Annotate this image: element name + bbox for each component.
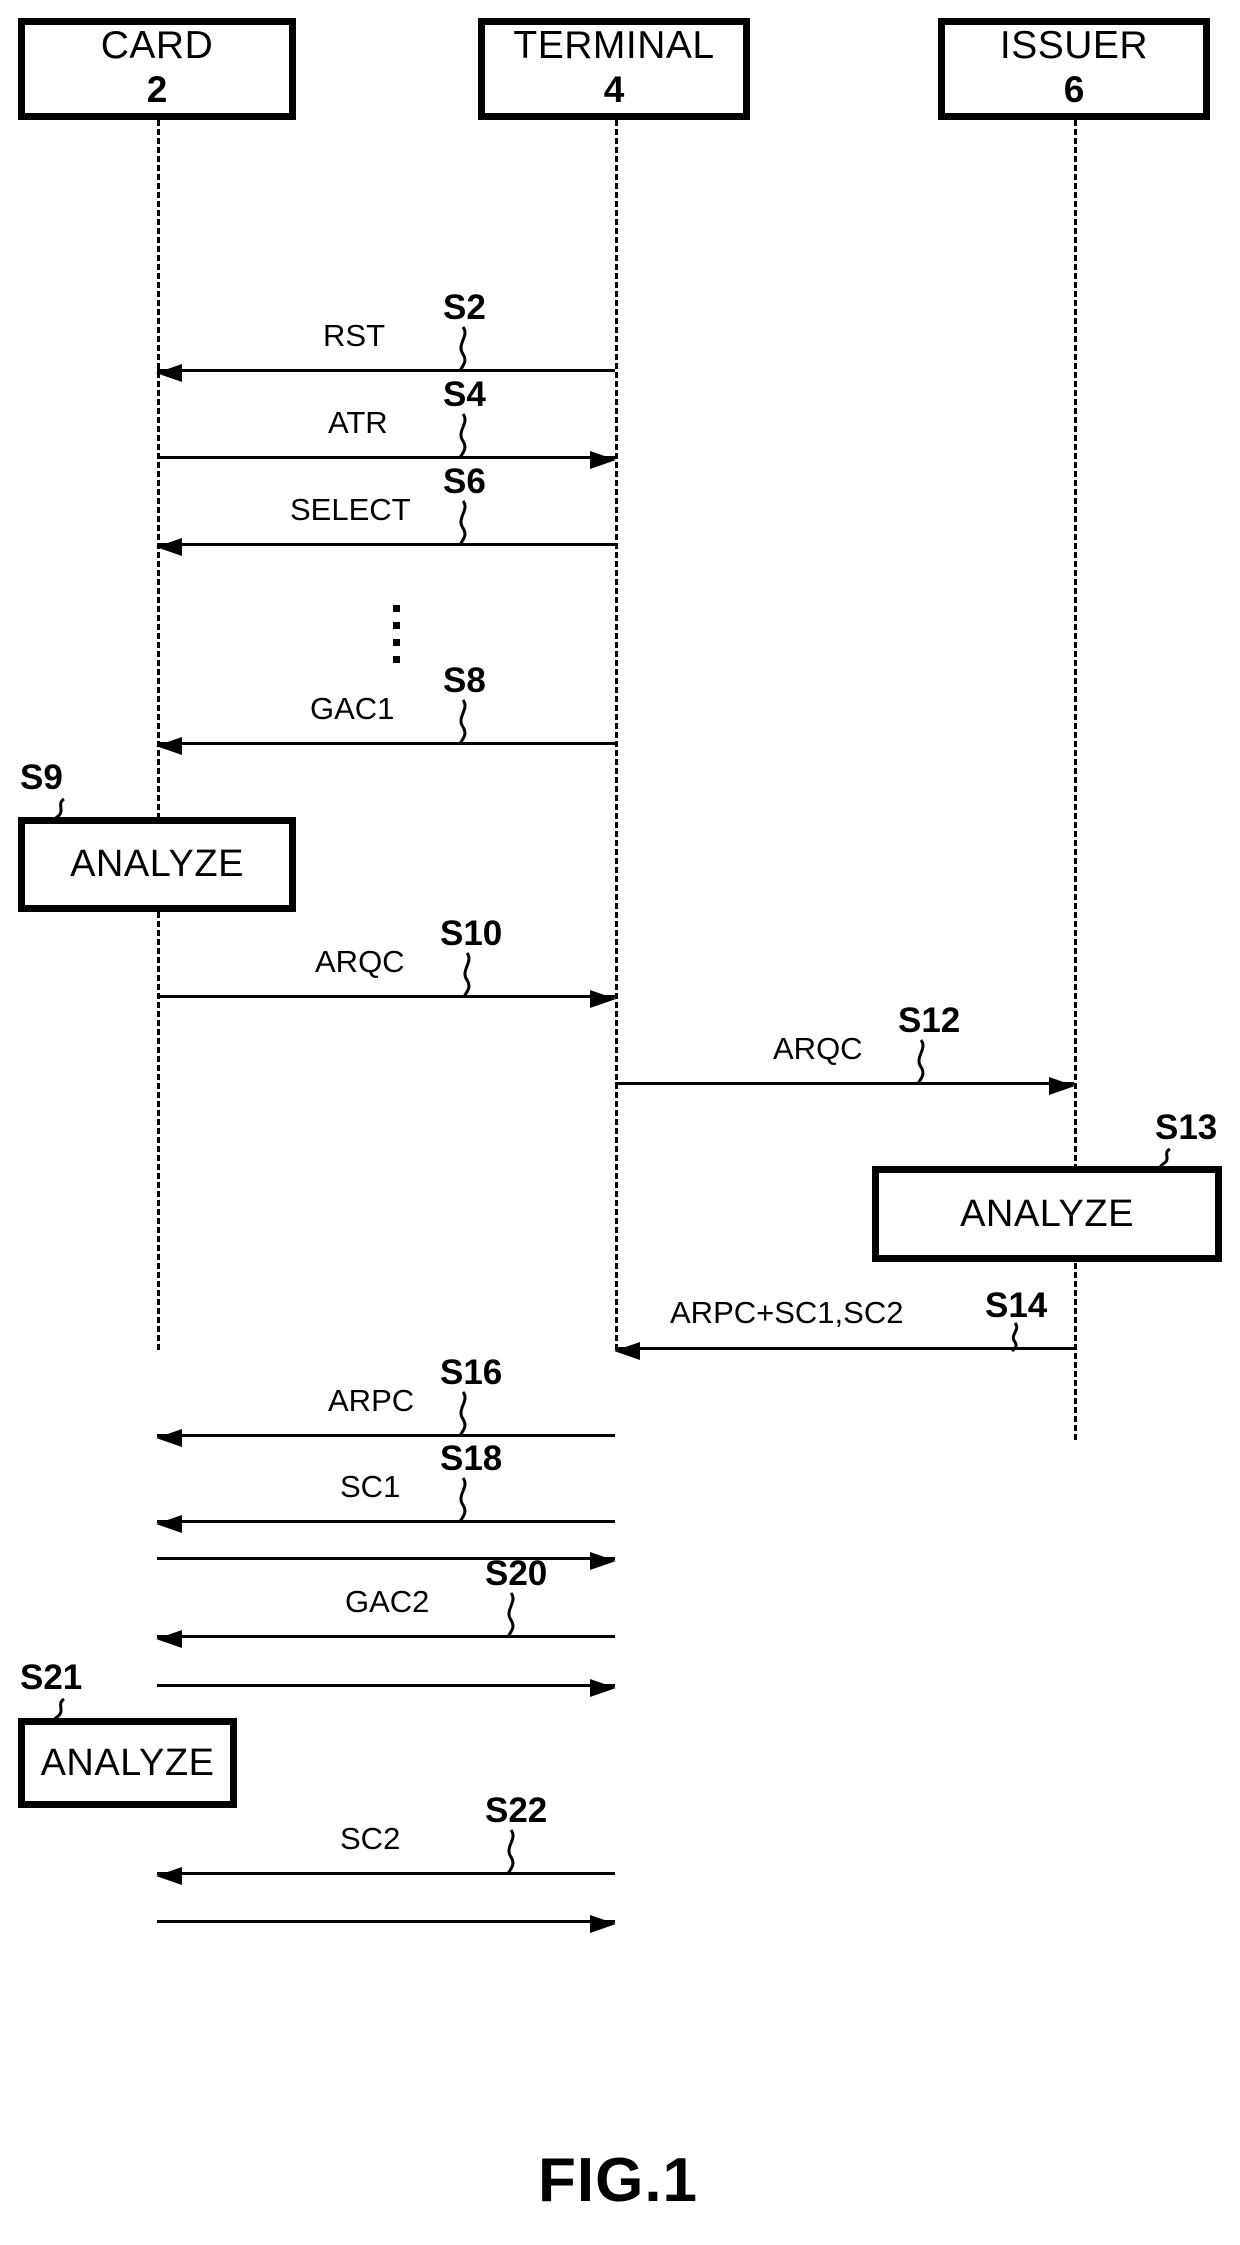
- arrowhead-right-icon: [1049, 1077, 1075, 1095]
- step-number-s10: S10: [440, 914, 503, 953]
- process-box-analyze-s13: ANALYZE: [872, 1166, 1222, 1262]
- message-label-s8: GAC1: [310, 691, 395, 726]
- message-arrow-s22: [156, 1867, 615, 1885]
- leader-line-s4: [458, 413, 467, 459]
- leader-line-s10: [462, 952, 471, 998]
- actor-box-card: CARD 2: [18, 18, 296, 120]
- message-arrow-s20: [156, 1630, 615, 1648]
- process-box-analyze-s21: ANALYZE: [18, 1718, 237, 1808]
- step-number-s22: S22: [485, 1791, 548, 1830]
- leader-line-s22: [506, 1829, 515, 1875]
- leader-line-s18: [458, 1477, 467, 1523]
- message-label-s6: SELECT: [290, 492, 411, 527]
- arrowhead-right-icon: [590, 1915, 616, 1933]
- leader-line-s2: [458, 326, 467, 372]
- lifeline-card: [157, 120, 160, 1350]
- arrowhead-right-icon: [590, 1552, 616, 1570]
- leader-line-s8: [458, 699, 467, 745]
- leader-line-s16: [458, 1391, 467, 1437]
- arrowhead-left-icon: [156, 1867, 182, 1885]
- message-label-s20: GAC2: [345, 1584, 430, 1619]
- arrowhead-left-icon: [156, 1429, 182, 1447]
- message-label-s2: RST: [323, 318, 385, 353]
- leader-line-s20: [506, 1592, 515, 1638]
- leader-line-s6: [458, 500, 467, 546]
- message-arrow-s6: [156, 538, 615, 556]
- actor-box-terminal: TERMINAL 4: [478, 18, 750, 120]
- process-label-analyze: ANALYZE: [70, 843, 244, 885]
- step-number-s8: S8: [443, 661, 486, 700]
- arrowhead-right-icon: [590, 451, 616, 469]
- process-label-analyze: ANALYZE: [960, 1192, 1134, 1235]
- step-number-s16: S16: [440, 1353, 503, 1392]
- actor-number-issuer: 6: [1063, 69, 1085, 111]
- leader-line-s14: [1010, 1322, 1019, 1352]
- message-label-s4: ATR: [328, 405, 388, 440]
- arrowhead-left-icon: [156, 1515, 182, 1533]
- message-label-s18: SC1: [340, 1469, 401, 1504]
- actor-number-card: 2: [146, 69, 168, 111]
- actor-number-terminal: 4: [603, 69, 625, 111]
- message-label-s12: ARQC: [773, 1031, 863, 1066]
- step-number-s21: S21: [20, 1658, 83, 1697]
- message-arrow-unlabeled-3: [157, 1915, 616, 1933]
- arrowhead-right-icon: [590, 990, 616, 1008]
- actor-name-terminal: TERMINAL: [513, 24, 715, 68]
- process-label-analyze: ANALYZE: [40, 1741, 215, 1784]
- arrowhead-left-icon: [614, 1342, 640, 1360]
- step-number-s4: S4: [443, 375, 486, 414]
- lifeline-terminal: [615, 120, 618, 1350]
- message-arrow-s8: [156, 737, 615, 755]
- actor-box-issuer: ISSUER 6: [938, 18, 1210, 120]
- arrowhead-left-icon: [156, 737, 182, 755]
- message-label-s14: ARPC+SC1,SC2: [670, 1295, 904, 1330]
- step-number-s2: S2: [443, 288, 486, 327]
- leader-line-s12: [916, 1039, 925, 1085]
- step-number-s6: S6: [443, 462, 486, 501]
- message-label-s16: ARPC: [328, 1383, 415, 1418]
- arrowhead-left-icon: [156, 1630, 182, 1648]
- step-number-s14: S14: [985, 1286, 1048, 1325]
- step-number-s13: S13: [1155, 1108, 1218, 1147]
- message-arrow-s4: [157, 451, 616, 469]
- arrowhead-right-icon: [590, 1679, 616, 1697]
- message-arrow-s2: [156, 364, 615, 382]
- message-arrow-s10: [157, 990, 616, 1008]
- figure-canvas: CARD 2 TERMINAL 4 ISSUER 6 RST S2 ATR S4…: [0, 0, 1240, 2245]
- arrowhead-left-icon: [156, 538, 182, 556]
- message-label-s10: ARQC: [315, 944, 405, 979]
- actor-name-issuer: ISSUER: [999, 24, 1149, 68]
- message-arrow-s12: [615, 1077, 1075, 1095]
- message-arrow-unlabeled-2: [157, 1679, 616, 1697]
- step-number-s9: S9: [20, 758, 63, 797]
- process-box-analyze-s9: ANALYZE: [18, 817, 296, 912]
- message-arrow-s16: [156, 1429, 615, 1447]
- vertical-ellipsis-icon: [392, 605, 401, 663]
- step-number-s18: S18: [440, 1439, 503, 1478]
- step-number-s12: S12: [898, 1001, 961, 1040]
- message-label-s22: SC2: [340, 1821, 401, 1856]
- step-number-s20: S20: [485, 1554, 548, 1593]
- message-arrow-s18: [156, 1515, 615, 1533]
- figure-caption: FIG.1: [538, 2146, 699, 2215]
- actor-name-card: CARD: [100, 24, 214, 68]
- arrowhead-left-icon: [156, 364, 182, 382]
